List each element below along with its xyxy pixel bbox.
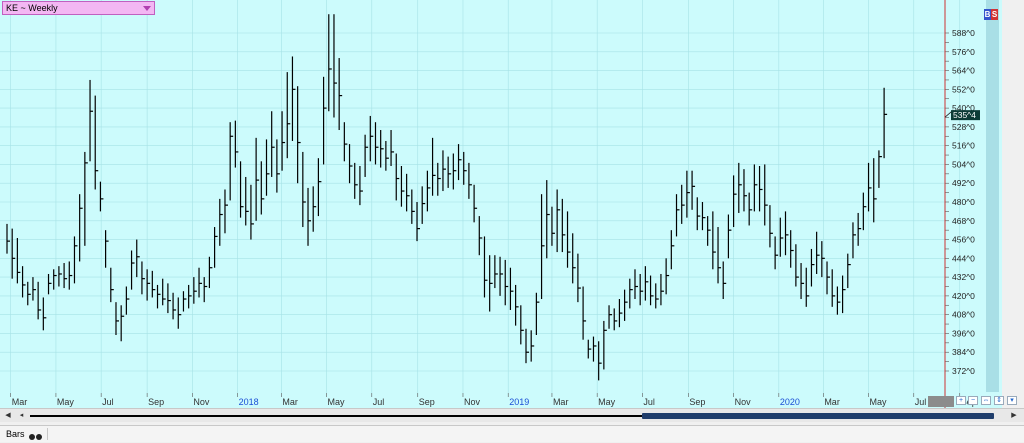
symbol-label: KE ~ Weekly	[6, 3, 58, 13]
status-bar: Bars	[0, 425, 1024, 442]
tab-bars-label: Bars	[6, 429, 25, 439]
scroll-thumb[interactable]	[642, 413, 994, 419]
price-label: 444^0	[952, 253, 975, 263]
month-label: May	[57, 397, 75, 407]
scroll-right-icon[interactable]: ▶	[1009, 411, 1019, 420]
price-label: 552^0	[952, 84, 975, 94]
month-label: Jul	[373, 397, 385, 407]
price-label: 408^0	[952, 310, 975, 320]
price-label: 384^0	[952, 347, 975, 357]
scroll-start-icon[interactable]: ◂	[17, 411, 26, 420]
b-button[interactable]: B	[984, 9, 991, 20]
scroll-track[interactable]	[30, 415, 642, 417]
symbol-selector[interactable]: KE ~ Weekly	[2, 1, 155, 15]
s-button[interactable]: S	[991, 9, 998, 20]
dropdown-arrow-icon[interactable]	[143, 6, 151, 11]
month-label: Mar	[282, 397, 298, 407]
scrollbar[interactable]: ◀ ◂ ▶	[0, 408, 1024, 422]
zoom-in-icon[interactable]: +	[956, 396, 966, 405]
price-label: 456^0	[952, 235, 975, 245]
month-label: May	[870, 397, 888, 407]
month-label: Nov	[464, 397, 481, 407]
price-label: 528^0	[952, 122, 975, 132]
last-price-label: 535^4	[953, 110, 976, 120]
bs-toggle[interactable]: BS	[984, 9, 999, 20]
zoom-indicator[interactable]	[928, 396, 954, 407]
month-label: Sep	[419, 397, 435, 407]
month-label: May	[598, 397, 616, 407]
price-label: 480^0	[952, 197, 975, 207]
year-label: 2020	[780, 397, 800, 407]
price-label: 504^0	[952, 159, 975, 169]
month-label: Sep	[148, 397, 164, 407]
bars-tab-icon	[28, 431, 43, 440]
chart-canvas: 588^0576^0564^0552^0540^0528^0516^0504^0…	[0, 0, 1024, 408]
month-label: Mar	[553, 397, 569, 407]
collapse-icon[interactable]: ▾	[1007, 396, 1017, 405]
tab-bars[interactable]: Bars	[2, 428, 48, 440]
month-label: Mar	[824, 397, 840, 407]
price-label: 468^0	[952, 216, 975, 226]
scroll-left-icon[interactable]: ◀	[3, 411, 13, 420]
zoom-out-icon[interactable]: −	[968, 396, 978, 405]
year-label: 2018	[239, 397, 259, 407]
price-label: 516^0	[952, 141, 975, 151]
right-margin	[1002, 0, 1024, 408]
month-label: Nov	[735, 397, 752, 407]
month-label: Jul	[102, 397, 114, 407]
price-label: 396^0	[952, 328, 975, 338]
price-axis-strip	[986, 0, 999, 392]
expand-icon[interactable]: ⇕	[994, 396, 1004, 405]
price-label: 576^0	[952, 47, 975, 57]
year-label: 2019	[509, 397, 529, 407]
month-label: Mar	[12, 397, 28, 407]
month-label: May	[328, 397, 346, 407]
price-label: 492^0	[952, 178, 975, 188]
price-label: 588^0	[952, 28, 975, 38]
plot-area	[0, 0, 945, 393]
price-label: 420^0	[952, 291, 975, 301]
month-label: Jul	[643, 397, 655, 407]
fit-icon[interactable]: ⇔	[981, 396, 991, 405]
month-label: Nov	[193, 397, 210, 407]
price-label: 432^0	[952, 272, 975, 282]
price-label: 372^0	[952, 366, 975, 376]
price-label: 564^0	[952, 66, 975, 76]
month-label: Sep	[689, 397, 705, 407]
month-label: Jul	[915, 397, 927, 407]
